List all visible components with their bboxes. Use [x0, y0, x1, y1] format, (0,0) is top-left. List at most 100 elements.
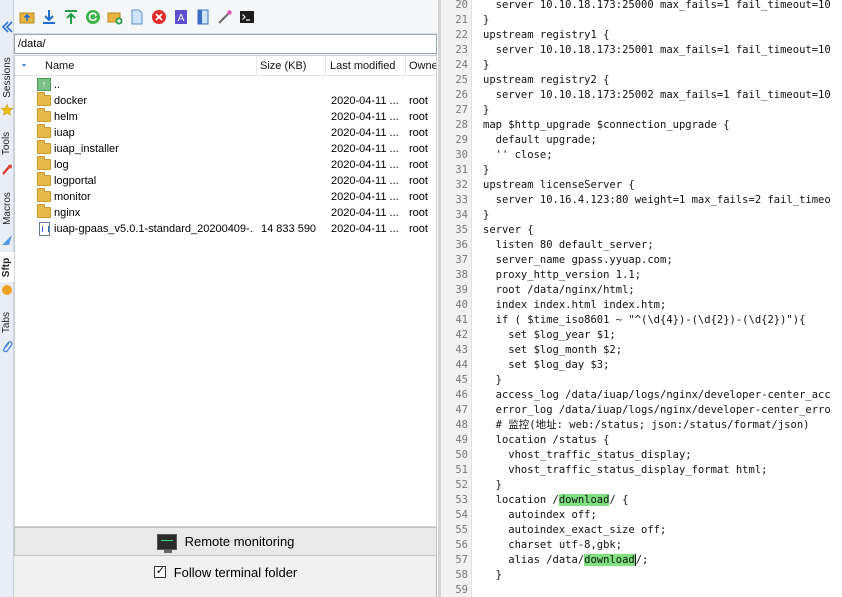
file-modified: 2020-04-11 ...: [331, 207, 399, 219]
file-owner: root: [409, 95, 428, 107]
file-row[interactable]: docker 2020-04-11 ... root: [15, 92, 436, 109]
file-row[interactable]: monitor 2020-04-11 ... root: [15, 188, 436, 205]
code-line: 51 vhost_traffic_status_display_format h…: [441, 463, 842, 478]
code-line: 57 alias /data/download/;: [441, 553, 842, 568]
star-icon: [0, 103, 14, 116]
code-line: 55 autoindex_exact_size off;: [441, 523, 842, 538]
file-row[interactable]: ↑..: [15, 77, 436, 93]
code-line: 24}: [441, 58, 842, 73]
new-file-icon[interactable]: [128, 8, 146, 26]
file-name: monitor: [54, 191, 91, 203]
code-text: }: [483, 59, 490, 71]
file-name: nginx: [54, 207, 81, 219]
code-line: 33 server 10.16.4.123:80 weight=1 max_fa…: [441, 193, 842, 208]
parent-folder-icon: ↑: [37, 78, 51, 91]
file-name: iuap_installer: [54, 143, 119, 155]
file-row[interactable]: logportal 2020-04-11 ... root: [15, 172, 436, 189]
line-number: 44: [455, 359, 468, 371]
file-modified: 2020-04-11 ...: [331, 223, 399, 235]
collapse-icon[interactable]: [0, 18, 14, 36]
file-modified: 2020-04-11 ...: [331, 111, 399, 123]
file-owner: root: [409, 159, 428, 171]
line-number: 45: [455, 374, 468, 386]
tools-icon: [1, 164, 13, 176]
remote-monitoring-button[interactable]: Remote monitoring: [14, 527, 437, 556]
tab-tools[interactable]: Tools: [0, 126, 14, 160]
edit-icon[interactable]: [216, 8, 234, 26]
code-text: proxy_http_version 1.1;: [483, 269, 642, 281]
code-line: 49 location /status {: [441, 433, 842, 448]
new-folder-icon[interactable]: [106, 8, 124, 26]
code-text: '' close;: [483, 149, 553, 161]
file-name: iuap-gpaas_v5.0.1-standard_20200409-...: [54, 223, 254, 235]
up-folder-icon[interactable]: [18, 8, 36, 26]
search-highlight: download: [584, 554, 635, 566]
file-owner: root: [409, 191, 428, 203]
tab-sftp[interactable]: Sftp: [0, 252, 14, 282]
tab-sftp-label: Sftp: [1, 257, 13, 277]
line-number: 29: [455, 134, 468, 146]
tab-macros[interactable]: Macros: [0, 186, 14, 230]
sort-arrow-icon[interactable]: [15, 56, 39, 76]
line-number: 20: [455, 0, 468, 11]
file-row[interactable]: log 2020-04-11 ... root: [15, 156, 436, 173]
sftp-panel: A Name Size (KB) Last modified Owner ↑..…: [14, 0, 437, 597]
column-header-size[interactable]: Size (KB): [256, 56, 326, 76]
file-list[interactable]: Name Size (KB) Last modified Owner ↑..do…: [14, 55, 437, 527]
code-line: 34}: [441, 208, 842, 223]
code-segment: /;: [634, 554, 649, 566]
line-number: 47: [455, 404, 468, 416]
code-text: server_name gpass.yyuap.com;: [483, 254, 673, 266]
tab-sessions[interactable]: Sessions: [0, 52, 14, 102]
code-line: 21}: [441, 13, 842, 28]
file-owner: root: [409, 127, 428, 139]
permissions-icon[interactable]: [194, 8, 212, 26]
file-row[interactable]: iuap-gpaas_v5.0.1-standard_20200409-... 1…: [15, 221, 436, 237]
follow-terminal-checkbox[interactable]: [153, 564, 166, 578]
monitor-icon: [156, 533, 177, 553]
file-row[interactable]: helm 2020-04-11 ... root: [15, 108, 436, 125]
rename-icon[interactable]: A: [172, 8, 190, 26]
file-name: docker: [54, 95, 88, 107]
code-line: 43 set $log_month $2;: [441, 343, 842, 358]
file-row[interactable]: nginx 2020-04-11 ... root: [15, 204, 436, 221]
code-text: set $log_year $1;: [483, 329, 616, 341]
column-header-modified[interactable]: Last modified: [326, 56, 406, 76]
sftp-icon: [1, 284, 13, 296]
macro-icon: [1, 234, 13, 246]
code-text-highlighted: alias /data/download/;: [483, 553, 649, 568]
upload-icon[interactable]: [62, 8, 80, 26]
code-line: 25 upstream registry2 {: [441, 73, 842, 88]
code-text: upstream registry2 {: [483, 74, 610, 86]
terminal-icon[interactable]: [238, 8, 256, 26]
tab-sessions-label: Sessions: [1, 56, 13, 98]
tab-tabs[interactable]: Tabs: [0, 306, 14, 338]
file-icon: [39, 222, 50, 236]
line-number: 57: [455, 554, 468, 566]
code-text: upstream registry1 {: [483, 29, 610, 41]
code-text: server 10.16.4.123:80 weight=1 max_fails…: [483, 194, 831, 206]
line-number: 46: [455, 389, 468, 401]
file-modified: 2020-04-11 ...: [331, 95, 399, 107]
column-header-name[interactable]: Name: [41, 56, 257, 76]
code-text: set $log_day $3;: [483, 359, 610, 371]
line-number: 36: [455, 239, 468, 251]
file-row[interactable]: iuap 2020-04-11 ... root: [15, 124, 436, 141]
refresh-icon[interactable]: [84, 8, 102, 26]
line-number: 35: [455, 224, 468, 236]
file-row[interactable]: iuap_installer 2020-04-11 ... root: [15, 140, 436, 157]
code-text: server 10.10.18.173:25001 max_fails=1 fa…: [483, 44, 831, 56]
code-text: root /data/nginx/html;: [483, 284, 635, 296]
file-list-header: Name Size (KB) Last modified Owner: [15, 56, 436, 76]
code-text: if ( $time_iso8601 ~ "^(\d{4})-(\d{2})-(…: [483, 314, 806, 326]
path-input[interactable]: [15, 35, 436, 53]
column-header-owner[interactable]: Owner: [405, 56, 436, 76]
code-text: server 10.10.18.173:25002 max_fails=1 fa…: [483, 89, 831, 101]
text-editor[interactable]: 20 server 10.10.18.173:25000 max_fails=1…: [438, 0, 842, 597]
delete-icon[interactable]: [150, 8, 168, 26]
download-icon[interactable]: [40, 8, 58, 26]
file-modified: 2020-04-11 ...: [331, 127, 399, 139]
line-number: 21: [455, 14, 468, 26]
search-highlight: download: [558, 494, 610, 506]
tab-tools-label: Tools: [1, 131, 13, 155]
